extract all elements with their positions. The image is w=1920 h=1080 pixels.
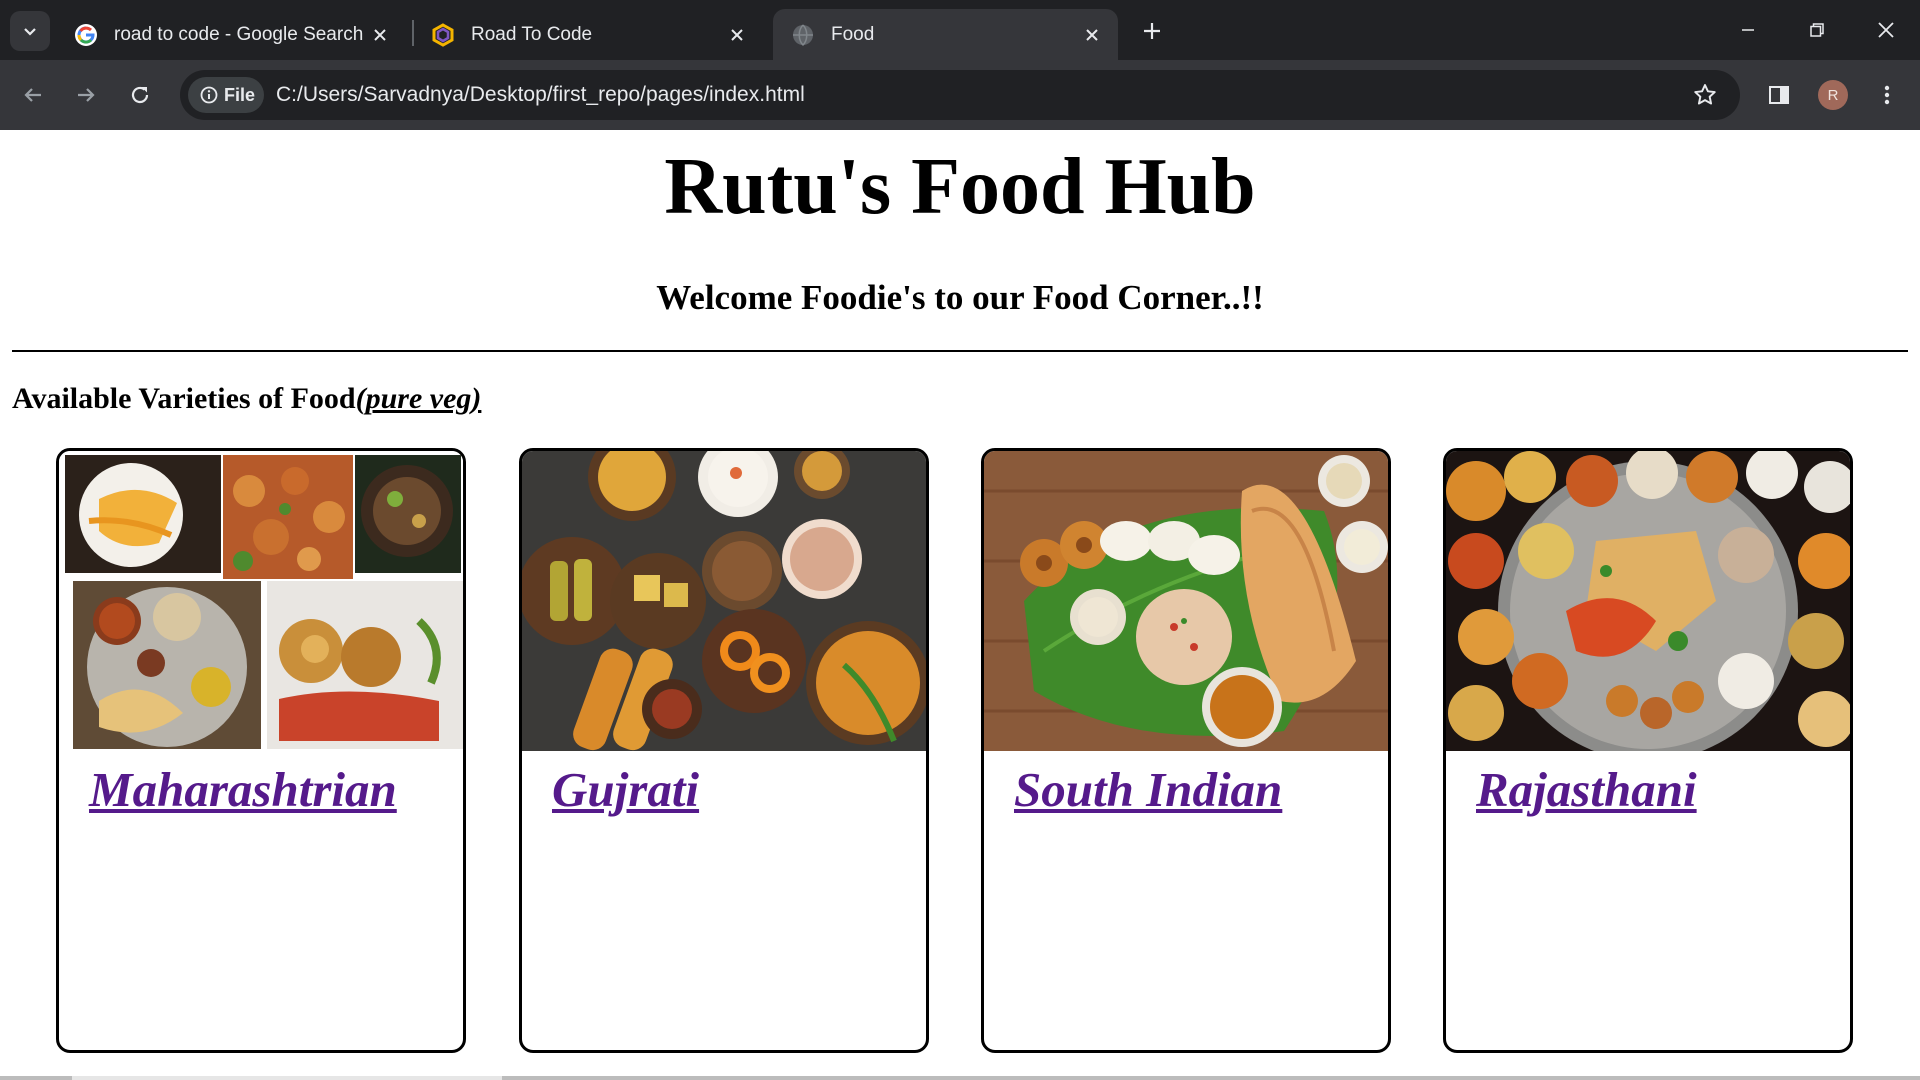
tab-food[interactable]: Food xyxy=(773,9,1118,60)
divider xyxy=(12,350,1908,352)
maharashtrian-food-image xyxy=(59,451,463,751)
gujrati-food-image xyxy=(522,451,926,751)
avatar: R xyxy=(1818,80,1848,110)
close-tab-icon[interactable] xyxy=(725,23,749,47)
rajasthani-link[interactable]: Rajasthani xyxy=(1476,761,1697,818)
food-card-maharashtrian: Maharashtrian xyxy=(56,448,466,1053)
varieties-heading: Available Varieties of Food(pure veg) xyxy=(12,382,481,416)
restore-button[interactable] xyxy=(1797,12,1837,48)
close-tab-icon[interactable] xyxy=(368,23,392,47)
more-vert-icon xyxy=(1884,85,1890,105)
close-window-button[interactable] xyxy=(1866,12,1906,48)
file-chip-label: File xyxy=(224,84,256,105)
tab-google-search[interactable]: road to code - Google Search xyxy=(56,9,406,60)
site-info-chip[interactable]: File xyxy=(188,77,264,113)
reload-button[interactable] xyxy=(120,75,160,115)
arrow-right-icon xyxy=(78,88,95,102)
tab-title: Road To Code xyxy=(471,23,593,45)
web-page: Rutu's Food Hub Welcome Foodie's to our … xyxy=(0,130,1920,1080)
page-title: Rutu's Food Hub xyxy=(664,143,1256,231)
maharashtrian-link[interactable]: Maharashtrian xyxy=(89,761,397,818)
reload-icon xyxy=(131,86,149,104)
side-panel-button[interactable] xyxy=(1759,75,1799,115)
forward-button[interactable] xyxy=(66,75,106,115)
minimize-icon xyxy=(1742,29,1754,31)
tab-search-button[interactable] xyxy=(10,11,50,51)
browser-menu-button[interactable] xyxy=(1867,75,1907,115)
hexagon-logo-icon xyxy=(432,22,454,47)
food-card-gujrati: Gujrati xyxy=(519,448,929,1053)
browser-toolbar: File C:/Users/Sarvadnya/Desktop/first_re… xyxy=(0,60,1920,130)
arrow-left-icon xyxy=(24,88,41,102)
url-text[interactable]: C:/Users/Sarvadnya/Desktop/first_repo/pa… xyxy=(276,83,805,107)
rajasthani-food-image xyxy=(1446,451,1850,751)
address-bar[interactable]: File C:/Users/Sarvadnya/Desktop/first_re… xyxy=(180,70,1740,120)
tab-strip: road to code - Google Search Road To Cod… xyxy=(0,0,1920,60)
plus-icon xyxy=(1144,23,1160,39)
food-card-rajasthani: Rajasthani xyxy=(1443,448,1853,1053)
back-button[interactable] xyxy=(13,75,53,115)
horizontal-scrollbar[interactable] xyxy=(0,1076,1920,1080)
varieties-label: Available Varieties of Food xyxy=(12,382,356,415)
globe-icon xyxy=(793,23,813,46)
gujrati-link[interactable]: Gujrati xyxy=(552,761,699,818)
close-icon xyxy=(1878,22,1894,38)
pure-veg-note: (pure veg) xyxy=(355,382,482,415)
tab-road-to-code[interactable]: Road To Code xyxy=(413,9,763,60)
close-tab-icon[interactable] xyxy=(1080,23,1104,47)
profile-button[interactable]: R xyxy=(1813,75,1853,115)
south-indian-food-image xyxy=(984,451,1388,751)
food-card-south-indian: South Indian xyxy=(981,448,1391,1053)
bookmark-star-icon[interactable] xyxy=(1692,82,1718,113)
side-panel-icon xyxy=(1769,86,1789,104)
tab-title: road to code - Google Search xyxy=(114,23,364,45)
welcome-heading: Welcome Foodie's to our Food Corner..!! xyxy=(656,278,1264,317)
restore-icon xyxy=(1810,23,1824,37)
info-icon xyxy=(200,86,218,104)
chevron-down-icon xyxy=(24,28,36,36)
scrollbar-thumb[interactable] xyxy=(72,1076,502,1080)
google-g-icon xyxy=(75,23,97,46)
tab-title: Food xyxy=(831,23,875,45)
south-indian-link[interactable]: South Indian xyxy=(1014,761,1282,818)
new-tab-button[interactable] xyxy=(1135,14,1169,48)
minimize-button[interactable] xyxy=(1728,12,1768,48)
